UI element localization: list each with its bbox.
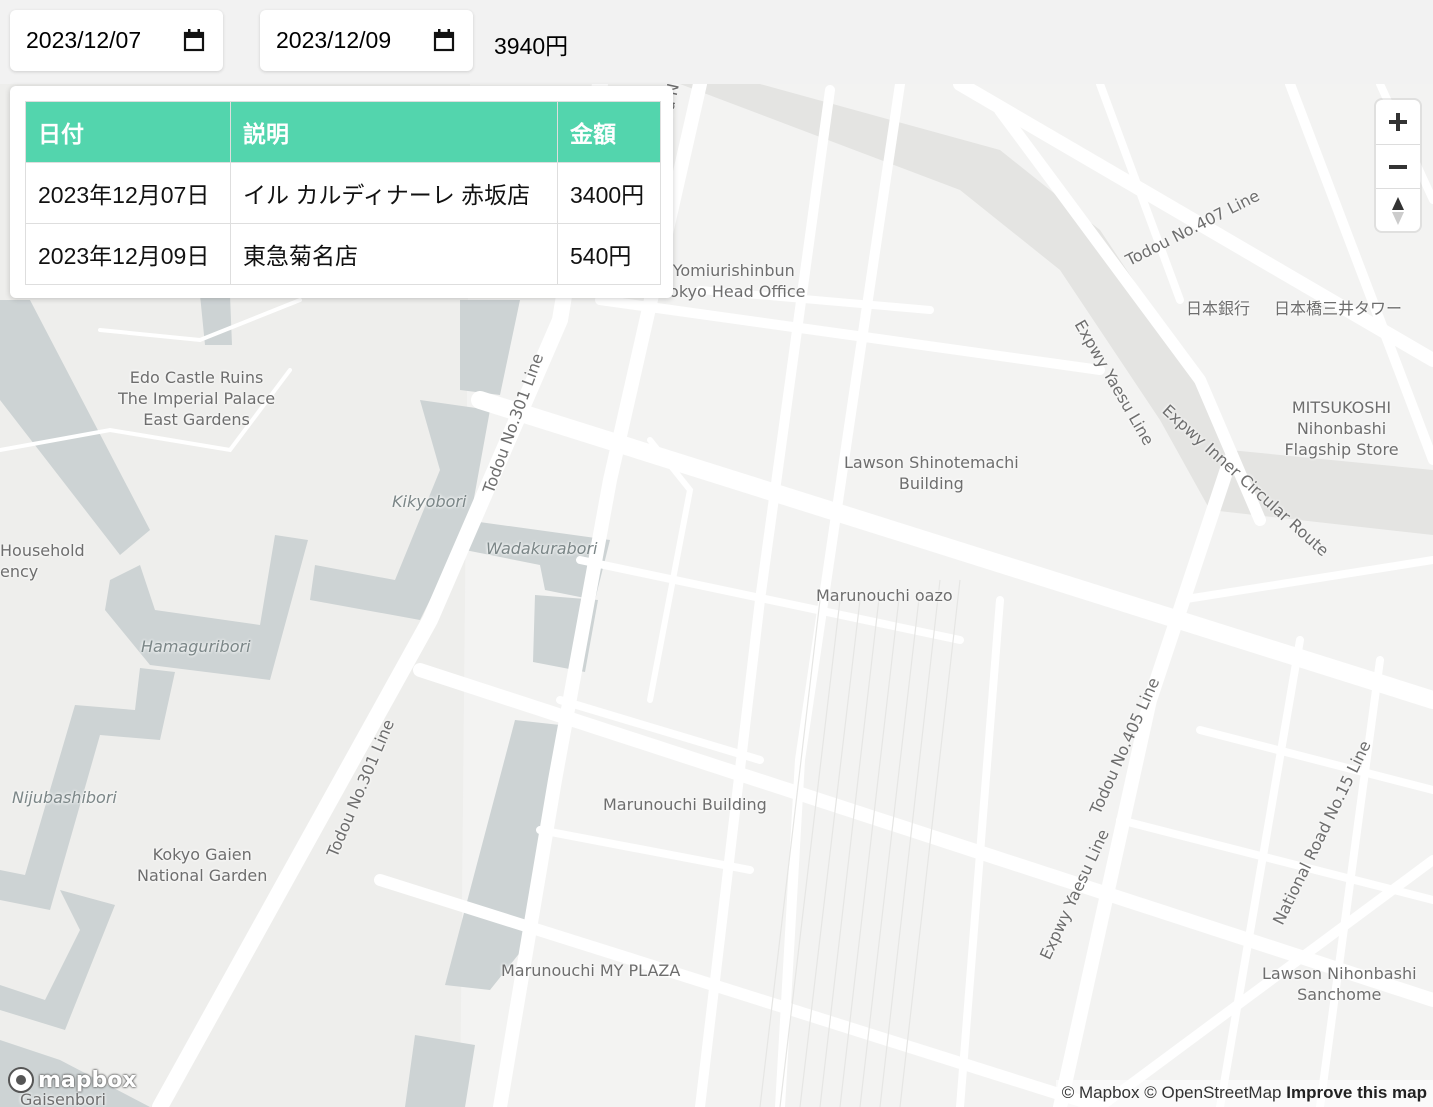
map-label-household-agency: Household ency <box>0 541 85 581</box>
cell-amount: 540円 <box>557 223 661 285</box>
map-label-mitsukoshi: MITSUKOSHI Nihonbashi Flagship Store <box>1284 398 1399 459</box>
header-amount: 金額 <box>557 101 661 163</box>
filter-bar: 2023/12/07 2023/12/09 3940円 <box>0 0 1433 84</box>
cell-date: 2023年12月07日 <box>25 162 231 224</box>
end-date-input[interactable]: 2023/12/09 <box>260 10 473 71</box>
map-zoom-controls <box>1376 100 1420 231</box>
cell-description: イル カルディナーレ 赤坂店 <box>230 162 558 224</box>
end-date-value: 2023/12/09 <box>276 27 392 53</box>
map-label-mitsui-tower: 日本橋三井タワー <box>1274 299 1403 318</box>
start-date-input[interactable]: 2023/12/07 <box>10 10 223 71</box>
attribution-osm-link[interactable]: © OpenStreetMap <box>1144 1083 1281 1102</box>
table-row: 2023年12月09日 東急菊名店 540円 <box>25 223 661 285</box>
start-date-value: 2023/12/07 <box>26 27 142 53</box>
header-description: 説明 <box>230 101 558 163</box>
table-row: 2023年12月07日 イル カルディナーレ 赤坂店 3400円 <box>25 162 661 224</box>
map-label-hamaguribori: Hamaguribori <box>141 637 251 656</box>
map-label-lawson-shinotemachi: Lawson Shinotemachi Building <box>844 453 1019 493</box>
zoom-in-button[interactable] <box>1376 100 1420 143</box>
mapbox-logo-icon <box>8 1067 34 1093</box>
header-date: 日付 <box>25 101 231 163</box>
map-label-marunouchi-my-plaza: Marunouchi MY PLAZA <box>501 961 681 980</box>
transactions-table: 日付 説明 金額 2023年12月07日 イル カルディナーレ 赤坂店 3400… <box>25 101 661 285</box>
cell-description: 東急菊名店 <box>230 223 558 285</box>
map-label-kikyobori: Kikyobori <box>392 492 467 511</box>
table-header-row: 日付 説明 金額 <box>25 101 661 163</box>
plus-icon <box>1389 112 1407 131</box>
zoom-out-button[interactable] <box>1376 144 1420 188</box>
improve-map-link[interactable]: Improve this map <box>1286 1083 1427 1102</box>
map-label-nihon-ginko: 日本銀行 <box>1186 299 1251 318</box>
attribution-mapbox-link[interactable]: © Mapbox <box>1062 1083 1140 1102</box>
map-label-marunouchi-oazo: Marunouchi oazo <box>816 586 953 605</box>
cell-date: 2023年12月09日 <box>25 223 231 285</box>
map-label-nijubashibori: Nijubashibori <box>12 788 117 807</box>
map-label-wadakurabori: Wadakurabori <box>486 539 598 558</box>
map-label-marunouchi-building: Marunouchi Building <box>603 795 767 814</box>
reset-bearing-button[interactable] <box>1376 188 1420 232</box>
minus-icon <box>1389 164 1407 169</box>
total-amount: 3940円 <box>494 33 569 59</box>
map-label-kokyo-gaien: Kokyo Gaien National Garden <box>137 845 268 885</box>
map-label-yomiuri: Yomiurishinbun Tokyo Head Office <box>662 261 806 301</box>
map-label-lawson-nihonbashi: Lawson Nihonbashi Sanchome <box>1262 964 1417 1004</box>
transactions-card: 日付 説明 金額 2023年12月07日 イル カルディナーレ 赤坂店 3400… <box>10 86 673 298</box>
calendar-icon[interactable] <box>433 28 455 52</box>
map-label-edo-castle: Edo Castle Ruins The Imperial Palace Eas… <box>118 368 276 429</box>
map-attribution: © Mapbox © OpenStreetMap Improve this ma… <box>1055 1080 1433 1107</box>
cell-amount: 3400円 <box>557 162 661 224</box>
compass-icon <box>1392 196 1404 225</box>
calendar-icon[interactable] <box>183 28 205 52</box>
mapbox-logo[interactable]: mapbox <box>6 1065 137 1095</box>
